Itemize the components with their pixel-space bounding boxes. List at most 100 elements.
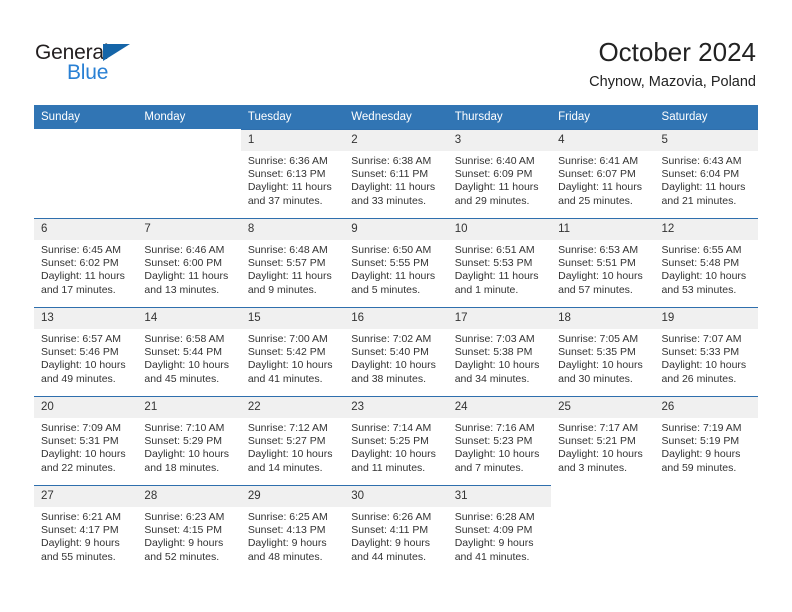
day-sun-info: Sunrise: 6:21 AM Sunset: 4:17 PM Daylight:…	[34, 507, 137, 564]
calendar-cell: 23 Sunrise: 7:14 AM Sunset: 5:25 PM Dayligh…	[344, 396, 448, 485]
weekday-header-saturday: Saturday	[654, 105, 758, 129]
day-sun-info: Sunrise: 7:10 AM Sunset: 5:29 PM Daylight:…	[137, 418, 240, 475]
calendar-day-cell-empty	[137, 129, 241, 218]
calendar-day-cell[interactable]: 22 Sunrise: 7:12 AM Sunset: 5:27 PM Dayligh…	[240, 396, 345, 485]
sunrise-text: Sunrise: 7:17 AM	[558, 422, 639, 434]
calendar-day-cell[interactable]: 7 Sunrise: 6:46 AM Sunset: 6:00 PM Daylight…	[137, 218, 241, 307]
calendar-day-cell[interactable]: 19 Sunrise: 7:07 AM Sunset: 5:33 PM Dayligh…	[654, 307, 758, 396]
sunset-text: Sunset: 5:51 PM	[558, 257, 636, 270]
calendar-day-cell[interactable]: 12 Sunrise: 6:55 AM Sunset: 5:48 PM Dayligh…	[654, 218, 758, 307]
sunrise-text: Sunrise: 6:43 AM	[661, 155, 742, 167]
sunrise-text: Sunrise: 6:45 AM	[41, 244, 121, 256]
calendar-day-cell[interactable]: 11 Sunrise: 6:53 AM Sunset: 5:51 PM Dayligh…	[551, 218, 655, 307]
calendar-day-cell[interactable]: 23 Sunrise: 7:14 AM Sunset: 5:25 PM Dayligh…	[344, 396, 448, 485]
sunrise-text: Sunrise: 7:09 AM	[41, 422, 121, 434]
calendar-day-cell[interactable]: 13 Sunrise: 6:57 AM Sunset: 5:46 PM Dayligh…	[34, 307, 138, 396]
calendar-day-cell[interactable]: 18 Sunrise: 7:05 AM Sunset: 5:35 PM Dayligh…	[551, 307, 655, 396]
sunset-text: Sunset: 5:40 PM	[351, 346, 429, 359]
sunrise-text: Sunrise: 6:58 AM	[144, 333, 225, 345]
calendar-day-cell[interactable]: 20 Sunrise: 7:09 AM Sunset: 5:31 PM Dayligh…	[34, 396, 138, 485]
calendar-day-cell[interactable]: 8 Sunrise: 6:48 AM Sunset: 5:57 PM Daylight…	[240, 218, 345, 307]
logo-text-blue: Blue	[67, 61, 109, 84]
calendar-cell: 2 Sunrise: 6:38 AM Sunset: 6:11 PM Daylight…	[344, 129, 448, 218]
calendar-day-cell[interactable]: 6 Sunrise: 6:45 AM Sunset: 6:02 PM Daylight…	[34, 218, 138, 307]
daylight-text: Daylight: 10 hours and 34 minutes.	[454, 359, 540, 385]
calendar-day-cell[interactable]: 26 Sunrise: 7:19 AM Sunset: 5:19 PM Dayligh…	[654, 396, 758, 485]
calendar-cell: 16 Sunrise: 7:02 AM Sunset: 5:40 PM Dayligh…	[344, 307, 448, 396]
calendar-week-row: 1 Sunrise: 6:36 AM Sunset: 6:13 PM Daylight…	[34, 129, 758, 218]
day-number	[654, 485, 758, 506]
calendar-day-cell[interactable]: 15 Sunrise: 7:00 AM Sunset: 5:42 PM Dayligh…	[240, 307, 345, 396]
day-number: 27	[34, 486, 138, 507]
sunrise-text: Sunrise: 6:41 AM	[558, 155, 639, 167]
page-subtitle: Chynow, Mazovia, Poland	[589, 74, 756, 90]
daylight-text: Daylight: 11 hours and 13 minutes.	[144, 270, 229, 296]
day-sun-info: Sunrise: 6:41 AM Sunset: 6:07 PM Daylight:…	[551, 151, 654, 208]
calendar-day-cell[interactable]: 28 Sunrise: 6:23 AM Sunset: 4:15 PM Dayligh…	[137, 485, 241, 574]
daylight-text: Daylight: 9 hours and 41 minutes.	[454, 537, 534, 563]
sunrise-text: Sunrise: 6:40 AM	[454, 155, 535, 167]
sunset-text: Sunset: 4:13 PM	[247, 524, 326, 537]
sunset-text: Sunset: 5:21 PM	[558, 435, 636, 448]
calendar-day-cell[interactable]: 31 Sunrise: 6:28 AM Sunset: 4:09 PM Dayligh…	[447, 485, 552, 574]
calendar-day-cell[interactable]: 5 Sunrise: 6:43 AM Sunset: 6:04 PM Daylight…	[654, 129, 758, 218]
sunset-text: Sunset: 5:38 PM	[454, 346, 533, 359]
sunset-text: Sunset: 5:23 PM	[454, 435, 533, 448]
calendar-day-cell[interactable]: 2 Sunrise: 6:38 AM Sunset: 6:11 PM Daylight…	[344, 129, 448, 218]
sunset-text: Sunset: 5:33 PM	[661, 346, 740, 359]
calendar-day-cell[interactable]: 24 Sunrise: 7:16 AM Sunset: 5:23 PM Dayligh…	[447, 396, 552, 485]
day-number: 12	[654, 219, 758, 240]
day-number: 29	[240, 486, 345, 507]
calendar-day-cell-empty	[34, 129, 138, 218]
day-number: 14	[137, 308, 241, 329]
daylight-text: Daylight: 10 hours and 14 minutes.	[247, 448, 333, 474]
daylight-text: Daylight: 9 hours and 55 minutes.	[41, 537, 120, 563]
day-number: 11	[551, 219, 655, 240]
calendar-week-row: 27 Sunrise: 6:21 AM Sunset: 4:17 PM Dayligh…	[34, 485, 758, 574]
calendar-cell: 15 Sunrise: 7:00 AM Sunset: 5:42 PM Dayligh…	[240, 307, 345, 396]
sunrise-text: Sunrise: 6:23 AM	[144, 511, 225, 523]
calendar-cell	[551, 485, 655, 574]
page-header: General Blue October 2024 Chynow, Mazovi…	[0, 0, 792, 100]
calendar-day-cell[interactable]: 27 Sunrise: 6:21 AM Sunset: 4:17 PM Dayligh…	[34, 485, 138, 574]
day-sun-info: Sunrise: 6:55 AM Sunset: 5:48 PM Daylight:…	[655, 240, 758, 297]
calendar-grid: Sunday Monday Tuesday Wednesday Thursday…	[34, 105, 758, 574]
day-number: 6	[34, 219, 138, 240]
sunrise-text: Sunrise: 6:46 AM	[144, 244, 225, 256]
sunset-text: Sunset: 5:35 PM	[558, 346, 636, 359]
day-number: 5	[654, 130, 758, 151]
calendar-day-cell[interactable]: 4 Sunrise: 6:41 AM Sunset: 6:07 PM Daylight…	[551, 129, 655, 218]
general-blue-logo[interactable]: General Blue	[35, 42, 165, 88]
calendar-day-cell[interactable]: 9 Sunrise: 6:50 AM Sunset: 5:55 PM Daylight…	[344, 218, 448, 307]
day-sun-info: Sunrise: 7:05 AM Sunset: 5:35 PM Daylight:…	[551, 329, 654, 386]
calendar-day-cell[interactable]: 10 Sunrise: 6:51 AM Sunset: 5:53 PM Dayligh…	[447, 218, 552, 307]
calendar-cell: 25 Sunrise: 7:17 AM Sunset: 5:21 PM Dayligh…	[551, 396, 655, 485]
calendar-cell: 22 Sunrise: 7:12 AM Sunset: 5:27 PM Dayligh…	[240, 396, 345, 485]
calendar-cell: 11 Sunrise: 6:53 AM Sunset: 5:51 PM Dayligh…	[551, 218, 655, 307]
calendar-day-cell[interactable]: 14 Sunrise: 6:58 AM Sunset: 5:44 PM Dayligh…	[137, 307, 241, 396]
calendar-day-cell[interactable]: 29 Sunrise: 6:25 AM Sunset: 4:13 PM Dayligh…	[240, 485, 345, 574]
sunset-text: Sunset: 5:27 PM	[247, 435, 326, 448]
calendar-day-cell[interactable]: 30 Sunrise: 6:26 AM Sunset: 4:11 PM Dayligh…	[344, 485, 448, 574]
calendar-day-cell[interactable]: 25 Sunrise: 7:17 AM Sunset: 5:21 PM Dayligh…	[551, 396, 655, 485]
calendar-day-cell[interactable]: 3 Sunrise: 6:40 AM Sunset: 6:09 PM Daylight…	[447, 129, 552, 218]
sunrise-text: Sunrise: 6:38 AM	[351, 155, 432, 167]
sunset-text: Sunset: 5:19 PM	[661, 435, 740, 448]
calendar-cell: 20 Sunrise: 7:09 AM Sunset: 5:31 PM Dayligh…	[34, 396, 138, 485]
daylight-text: Daylight: 9 hours and 52 minutes.	[144, 537, 224, 563]
sunset-text: Sunset: 5:42 PM	[247, 346, 326, 359]
calendar-day-cell[interactable]: 21 Sunrise: 7:10 AM Sunset: 5:29 PM Dayligh…	[137, 396, 241, 485]
calendar-day-cell[interactable]: 16 Sunrise: 7:02 AM Sunset: 5:40 PM Dayligh…	[344, 307, 448, 396]
day-sun-info: Sunrise: 6:43 AM Sunset: 6:04 PM Daylight:…	[655, 151, 758, 208]
logo-text-general: General	[35, 41, 109, 64]
sunset-text: Sunset: 5:44 PM	[144, 346, 223, 359]
logo-triangle-icon	[103, 44, 130, 61]
calendar-cell: 12 Sunrise: 6:55 AM Sunset: 5:48 PM Dayligh…	[654, 218, 758, 307]
sunset-text: Sunset: 5:25 PM	[351, 435, 429, 448]
calendar-day-cell[interactable]: 1 Sunrise: 6:36 AM Sunset: 6:13 PM Daylight…	[240, 129, 345, 218]
daylight-text: Daylight: 10 hours and 26 minutes.	[661, 359, 747, 385]
calendar-cell: 8 Sunrise: 6:48 AM Sunset: 5:57 PM Daylight…	[240, 218, 345, 307]
calendar-day-cell[interactable]: 17 Sunrise: 7:03 AM Sunset: 5:38 PM Dayligh…	[447, 307, 552, 396]
calendar-cell: 21 Sunrise: 7:10 AM Sunset: 5:29 PM Dayligh…	[137, 396, 241, 485]
sunrise-text: Sunrise: 7:10 AM	[144, 422, 225, 434]
